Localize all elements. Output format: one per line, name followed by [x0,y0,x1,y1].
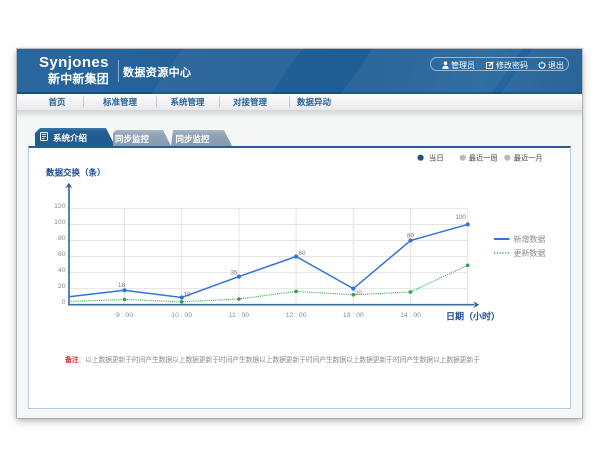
svg-text:20: 20 [58,283,66,290]
svg-text:新增数据: 新增数据 [514,234,546,244]
svg-text:11 : 00: 11 : 00 [229,312,250,319]
svg-text:20: 20 [355,290,362,297]
svg-text:80: 80 [58,235,66,242]
svg-text:最近一周: 最近一周 [469,153,498,162]
svg-text:12 : 00: 12 : 00 [286,312,307,319]
svg-text:60: 60 [299,250,306,257]
svg-text:40: 40 [58,267,66,274]
svg-text:更新数据: 更新数据 [514,248,546,258]
svg-text:100: 100 [456,214,467,221]
svg-text:0: 0 [62,299,66,306]
svg-text:18: 18 [118,282,125,289]
svg-text:10: 10 [184,292,191,299]
svg-text:35: 35 [231,270,238,277]
svg-text:9 : 00: 9 : 00 [116,312,133,319]
svg-text:数据交换（条）: 数据交换（条） [46,168,106,178]
svg-text:14 : 00: 14 : 00 [400,312,421,319]
svg-text:120: 120 [54,203,66,210]
svg-text:13 : 00: 13 : 00 [343,312,364,319]
svg-text:60: 60 [58,251,66,258]
svg-text:最近一月: 最近一月 [514,153,543,162]
svg-text:80: 80 [407,233,414,240]
svg-text:日期（小时）: 日期（小时） [446,311,500,322]
svg-text:当日: 当日 [429,152,444,162]
svg-text:10 : 00: 10 : 00 [171,312,192,319]
svg-text:100: 100 [54,219,66,226]
